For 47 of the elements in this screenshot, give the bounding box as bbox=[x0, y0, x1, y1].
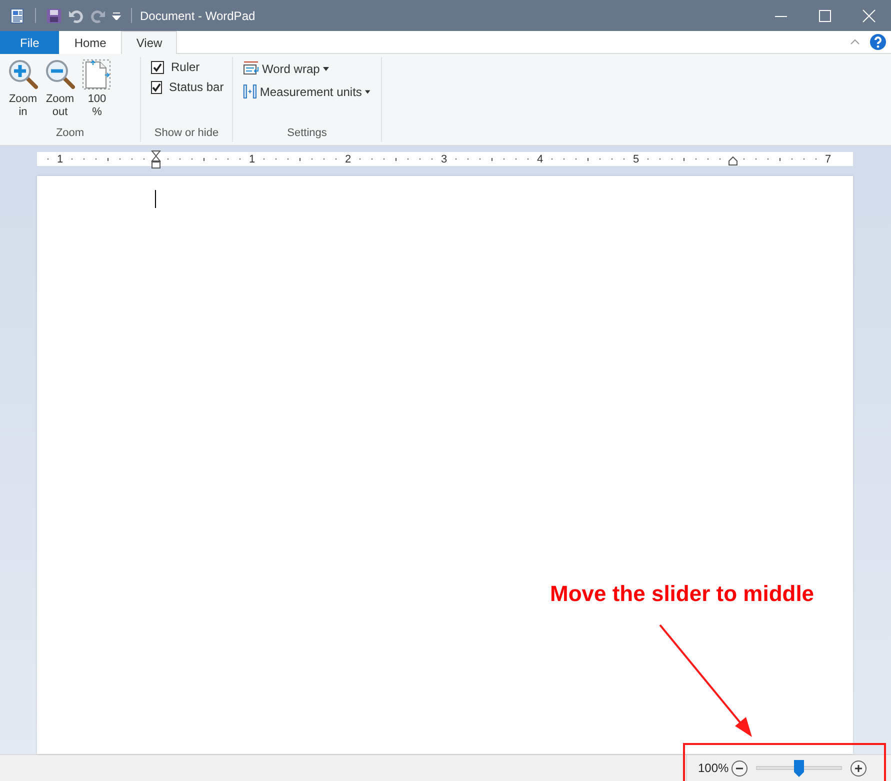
collapse-ribbon-icon[interactable] bbox=[850, 39, 860, 45]
checkbox[interactable] bbox=[151, 80, 162, 94]
file-menu-tab[interactable]: File bbox=[0, 31, 60, 54]
zoom-in-icon[interactable] bbox=[850, 760, 867, 776]
text-cursor bbox=[155, 190, 156, 208]
zoom-button[interactable]: 100 % bbox=[80, 57, 114, 127]
settings-dropdown[interactable]: Word wrap bbox=[243, 60, 371, 77]
zoom-button[interactable]: Zoom out bbox=[43, 57, 77, 127]
zoom-out-icon bbox=[45, 59, 75, 90]
caret-icon bbox=[364, 90, 371, 94]
slider-thumb[interactable] bbox=[794, 760, 804, 776]
zoom-level: 100% bbox=[698, 761, 730, 775]
checkbox[interactable] bbox=[151, 60, 164, 74]
maximize-icon[interactable] bbox=[818, 8, 832, 22]
page-icon bbox=[82, 59, 112, 90]
ruler-number: 2 bbox=[344, 154, 352, 166]
group-label: Show or hide bbox=[153, 127, 220, 141]
ruler-number: 1 bbox=[56, 154, 64, 166]
ruler-number: 5 bbox=[632, 154, 640, 166]
settings-dropdown[interactable]: Measurement units bbox=[243, 83, 371, 100]
zoom-button[interactable]: Zoom in bbox=[6, 57, 40, 127]
zoom-slider[interactable] bbox=[756, 760, 842, 776]
word-wrap-icon bbox=[243, 60, 259, 77]
ruler-number: 1 bbox=[248, 154, 256, 166]
caret-icon bbox=[322, 66, 330, 70]
help-icon[interactable] bbox=[870, 34, 886, 50]
app-icon[interactable] bbox=[9, 8, 25, 24]
zoom-in-icon bbox=[8, 59, 38, 90]
indent-marker[interactable] bbox=[150, 150, 162, 168]
group-label: Zoom bbox=[54, 127, 86, 141]
zoom-out-icon[interactable] bbox=[731, 760, 748, 776]
dropdown-icon[interactable] bbox=[112, 12, 121, 20]
ribbon-tab[interactable]: View bbox=[121, 31, 178, 54]
checkbox-label[interactable]: Status bar bbox=[169, 80, 224, 94]
ruler-number: 7 bbox=[824, 154, 832, 166]
group-label: Settings bbox=[286, 127, 328, 141]
ruler-units-icon bbox=[243, 83, 257, 100]
ribbon-tab[interactable]: Home bbox=[59, 31, 122, 54]
ruler-number: 3 bbox=[440, 154, 448, 166]
save-icon[interactable] bbox=[46, 8, 62, 24]
window-title: Document - WordPad bbox=[140, 8, 256, 22]
close-icon[interactable] bbox=[862, 8, 876, 22]
checkbox-label[interactable]: Ruler bbox=[171, 60, 200, 74]
undo-icon[interactable] bbox=[68, 8, 84, 24]
annotation-text: Move the slider to middle bbox=[550, 581, 814, 607]
ruler-number: 4 bbox=[536, 154, 544, 166]
right-indent-marker[interactable] bbox=[728, 156, 738, 166]
